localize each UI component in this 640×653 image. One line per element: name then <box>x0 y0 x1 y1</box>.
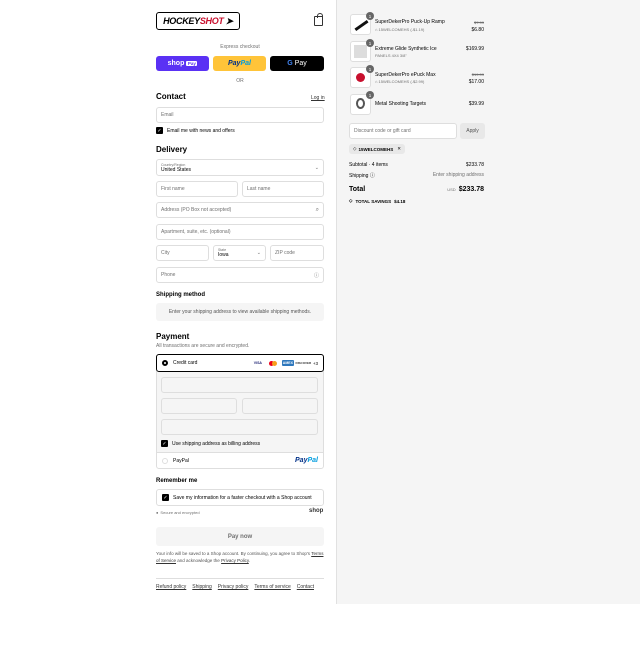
terms-link[interactable]: Terms of service <box>254 584 290 590</box>
checkout-form-panel: HOCKEY SHOT ➤ Express checkout shop Pay Pay… <box>0 0 336 604</box>
email-field[interactable]: Email <box>156 107 324 123</box>
first-name-field[interactable]: First name <box>156 181 238 197</box>
legal-text: Your info will be saved to a Shop accoun… <box>156 551 324 563</box>
discover-icon: DISCOVER <box>295 361 312 365</box>
quantity-badge: 1 <box>366 65 374 73</box>
item-name: SuperDekerPro Puck-Up Ramp <box>375 19 445 25</box>
item-name: Metal Shooting Targets <box>375 101 427 107</box>
state-select[interactable]: State Iowa ⌄ <box>213 245 266 261</box>
delivery-heading: Delivery <box>156 145 188 154</box>
shipping-method-heading: Shipping method <box>156 292 205 298</box>
radio-selected-icon[interactable] <box>162 360 168 366</box>
billing-checkbox-row[interactable]: ✓ Use shipping address as billing addres… <box>161 440 260 447</box>
pay-now-button[interactable]: Pay now <box>156 527 324 546</box>
item-old-price: $19.99 <box>471 72 484 77</box>
subtotal-label: Subtotal · 4 items <box>349 162 388 168</box>
card-number-field[interactable] <box>161 377 318 393</box>
paypal-button[interactable]: Pay Pal <box>213 56 266 71</box>
login-link[interactable]: Log in <box>311 95 325 101</box>
address-field[interactable]: Address (PO Box not accepted) ⌕ <box>156 202 324 218</box>
help-icon[interactable]: ⓘ <box>314 272 319 279</box>
or-divider: OR <box>236 78 244 84</box>
amex-icon: AMEX <box>281 360 294 366</box>
country-select[interactable]: Country/Region United States ⌄ <box>156 159 324 176</box>
visa-icon: VISA <box>253 361 262 365</box>
item-discount: ⌂ 15WELCOMEHS (-$1.19) <box>375 27 425 32</box>
refund-policy-link[interactable]: Refund policy <box>156 584 186 590</box>
google-pay-button[interactable]: G Pay <box>270 56 324 71</box>
payment-subtitle: All transactions are secure and encrypte… <box>156 343 250 349</box>
express-checkout-title: Express checkout <box>220 44 260 50</box>
radio-icon[interactable] <box>162 457 168 464</box>
quantity-badge: 1 <box>366 39 374 47</box>
payment-heading: Payment <box>156 332 190 341</box>
paypal-option[interactable]: PayPal PayPal <box>157 452 323 468</box>
order-summary-panel <box>336 0 640 604</box>
security-code-field[interactable] <box>242 398 318 414</box>
last-name-field[interactable]: Last name <box>242 181 324 197</box>
item-old-price: $7.99 <box>473 20 484 25</box>
total-savings: ◇ TOTAL SAVINGS $4.18 <box>349 198 406 204</box>
shipping-value: Enter shipping address <box>432 172 484 178</box>
chevron-down-icon: ⌄ <box>314 165 319 171</box>
quantity-badge: 1 <box>366 12 374 20</box>
item-price: $17.00 <box>468 79 484 85</box>
shop-logo: shop <box>309 508 324 514</box>
item-variant: PANELS 4X4 3/8" <box>375 53 407 58</box>
chevron-down-icon: ⌄ <box>256 250 261 256</box>
item-price: $39.99 <box>468 101 484 107</box>
total-value: USD $233.78 <box>447 186 484 193</box>
tag-icon: ◇ <box>353 146 357 151</box>
zip-field[interactable]: ZIP code <box>270 245 324 261</box>
city-field[interactable]: City <box>156 245 209 261</box>
item-price: $169.99 <box>465 46 484 52</box>
tag-icon: ◇ <box>349 198 353 203</box>
shipping-link[interactable]: Shipping <box>192 584 211 590</box>
close-icon[interactable]: ✕ <box>397 146 401 152</box>
item-discount: ⌂ 15WELCOMEHS (-$2.99) <box>375 79 425 84</box>
checkbox-icon[interactable]: ✓ <box>162 494 169 501</box>
contact-link[interactable]: Contact <box>297 584 314 590</box>
shipping-notice: Enter your shipping address to view avai… <box>156 303 324 321</box>
help-icon: ⓘ <box>369 173 375 179</box>
footer-links: Refund policy Shipping Privacy policy Te… <box>156 578 324 590</box>
apply-button[interactable]: Apply <box>460 123 485 139</box>
newsletter-checkbox-row[interactable]: ✓ Email me with news and offers <box>156 127 235 134</box>
lock-icon: ● <box>156 510 159 515</box>
phone-field[interactable]: Phone ⓘ <box>156 267 324 283</box>
total-label: Total <box>349 186 366 193</box>
credit-card-option[interactable]: Credit card VISA AMEX DISCOVER +3 <box>156 354 324 372</box>
checkbox-icon[interactable]: ✓ <box>161 440 168 447</box>
item-name: SuperDekerPro ePuck Max <box>375 72 436 78</box>
paypal-logo-icon: PayPal <box>295 457 318 464</box>
name-on-card-field[interactable] <box>161 419 318 435</box>
item-price: $6.80 <box>471 27 484 33</box>
checkbox-icon[interactable]: ✓ <box>156 127 163 134</box>
shipping-label: Shipping ⓘ <box>349 173 375 179</box>
mastercard-icon <box>267 360 279 366</box>
store-logo[interactable]: HOCKEY SHOT ➤ <box>156 12 240 30</box>
save-info-checkbox-row[interactable]: ✓ Save my information for a faster check… <box>156 489 324 506</box>
shopping-bag-icon[interactable] <box>314 13 323 26</box>
privacy-link[interactable]: Privacy Policy <box>221 558 249 563</box>
item-name: Extreme Glide Synthetic Ice <box>375 46 437 52</box>
contact-heading: Contact <box>156 92 186 101</box>
subtotal-value: $233.78 <box>465 162 484 168</box>
privacy-policy-link[interactable]: Privacy policy <box>218 584 249 590</box>
shop-pay-button[interactable]: shop Pay <box>156 56 209 71</box>
remember-heading: Remember me <box>156 478 198 484</box>
applied-discount-chip: ◇ 15WELCOMEHS ✕ <box>349 144 406 154</box>
quantity-badge: 1 <box>366 91 374 99</box>
expiration-field[interactable] <box>161 398 237 414</box>
apartment-field[interactable]: Apartment, suite, etc. (optional) <box>156 224 324 240</box>
secure-note: ● Secure and encrypted <box>156 510 200 515</box>
discount-code-input[interactable]: Discount code or gift card <box>349 123 457 139</box>
search-icon: ⌕ <box>315 206 319 213</box>
